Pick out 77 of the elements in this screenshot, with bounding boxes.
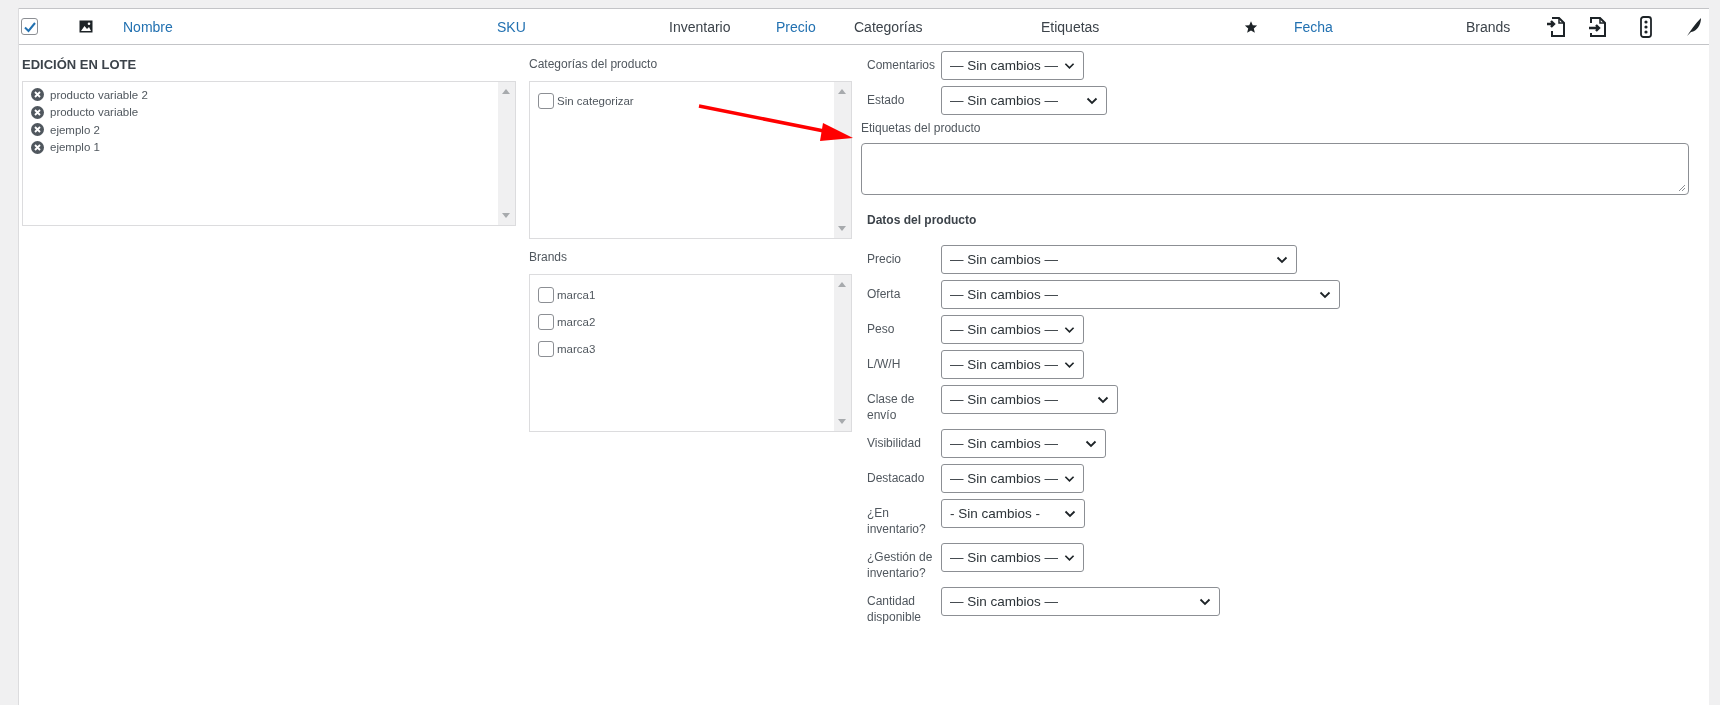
chevron-icon — [1064, 360, 1075, 369]
option-label: marca1 — [557, 288, 596, 301]
chevron-icon — [1064, 474, 1075, 483]
product-name: producto variable — [50, 106, 139, 119]
chevron-icon — [1199, 597, 1211, 606]
dropdown[interactable]: — Sin cambios — — [941, 51, 1084, 80]
field-label: Visibilidad — [866, 435, 922, 451]
column-header: Categorías — [854, 18, 923, 35]
chevron-icon — [1064, 553, 1075, 562]
dropdown[interactable]: — Sin cambios — — [941, 315, 1084, 344]
chevron-icon — [1064, 509, 1076, 518]
field-label: Estado — [866, 92, 906, 108]
chevron-icon — [1086, 96, 1098, 105]
field-label: Peso — [866, 321, 896, 337]
checkbox[interactable] — [538, 286, 554, 303]
column-header: Etiquetas — [1041, 18, 1100, 35]
field-label: Brands — [529, 250, 569, 264]
feather-icon[interactable] — [1686, 16, 1702, 37]
option-label: marca2 — [557, 315, 596, 328]
chevron-icon — [1064, 61, 1075, 70]
product-name: ejemplo 2 — [50, 123, 100, 136]
chevron-icon — [1276, 255, 1288, 264]
field-label: Cantidad disponible — [866, 593, 923, 625]
dropdown[interactable]: — Sin cambios — — [941, 543, 1084, 572]
chevron-icon — [1085, 439, 1097, 448]
section-title: Datos del producto — [867, 213, 978, 227]
image-icon — [79, 20, 93, 33]
product-name: producto variable 2 — [50, 88, 148, 101]
remove-icon[interactable] — [31, 105, 44, 119]
field-label: Clase de envío — [866, 391, 916, 423]
checkbox[interactable] — [538, 313, 554, 330]
column-header: Inventario — [669, 18, 731, 35]
dropdown[interactable]: — Sin cambios — — [941, 385, 1118, 414]
field-label: ¿Gestión de inventario? — [866, 549, 934, 581]
field-label: Precio — [866, 251, 902, 267]
column-header: Brands — [1466, 18, 1511, 35]
dropdown[interactable]: — Sin cambios — — [941, 245, 1297, 274]
option-label: marca3 — [557, 342, 596, 355]
scrollbar[interactable] — [498, 82, 515, 225]
star-icon[interactable] — [1244, 19, 1258, 34]
remove-icon[interactable] — [31, 140, 44, 154]
remove-icon[interactable] — [31, 88, 44, 102]
field-label: Comentarios — [866, 57, 937, 73]
document-arrow-icon[interactable] — [1546, 15, 1566, 38]
checkbox[interactable] — [538, 92, 554, 109]
dropdown[interactable]: — Sin cambios — — [941, 429, 1106, 458]
field-label: Oferta — [866, 286, 902, 302]
column-header[interactable]: SKU — [497, 18, 526, 35]
checkbox[interactable] — [538, 340, 554, 357]
dropdown[interactable]: — Sin cambios — — [941, 464, 1084, 493]
dropdown[interactable]: — Sin cambios — — [941, 86, 1107, 115]
select-all-checkbox[interactable] — [21, 18, 38, 35]
document-arrow-icon[interactable] — [1588, 15, 1608, 38]
remove-icon[interactable] — [31, 123, 44, 137]
chevron-icon — [1319, 290, 1331, 299]
column-header[interactable]: Nombre — [123, 18, 173, 35]
dropdown[interactable]: - Sin cambios - — [941, 499, 1085, 528]
scrollbar[interactable] — [834, 82, 851, 238]
field-label: Etiquetas del producto — [861, 121, 982, 135]
dropdown[interactable]: — Sin cambios — — [941, 350, 1084, 379]
more-options-icon[interactable] — [1640, 15, 1652, 38]
chevron-icon — [1097, 395, 1109, 404]
field-label: L/W/H — [866, 356, 902, 372]
dropdown[interactable]: — Sin cambios — — [941, 587, 1220, 616]
dropdown[interactable]: — Sin cambios — — [941, 280, 1340, 309]
tags-field[interactable] — [861, 143, 1689, 195]
field-label: Categorías del producto — [529, 57, 659, 71]
option-label: Sin categorizar — [557, 94, 634, 107]
scrollbar[interactable] — [834, 275, 851, 431]
chevron-icon — [1064, 325, 1075, 334]
section-title: EDICIÓN EN LOTE — [22, 57, 138, 72]
column-header[interactable]: Precio — [776, 18, 816, 35]
field-label: Destacado — [866, 470, 926, 486]
field-label: ¿En inventario? — [866, 505, 927, 537]
resize-grip-icon[interactable] — [1678, 184, 1686, 192]
product-name: ejemplo 1 — [50, 141, 100, 154]
column-header[interactable]: Fecha — [1294, 18, 1333, 35]
